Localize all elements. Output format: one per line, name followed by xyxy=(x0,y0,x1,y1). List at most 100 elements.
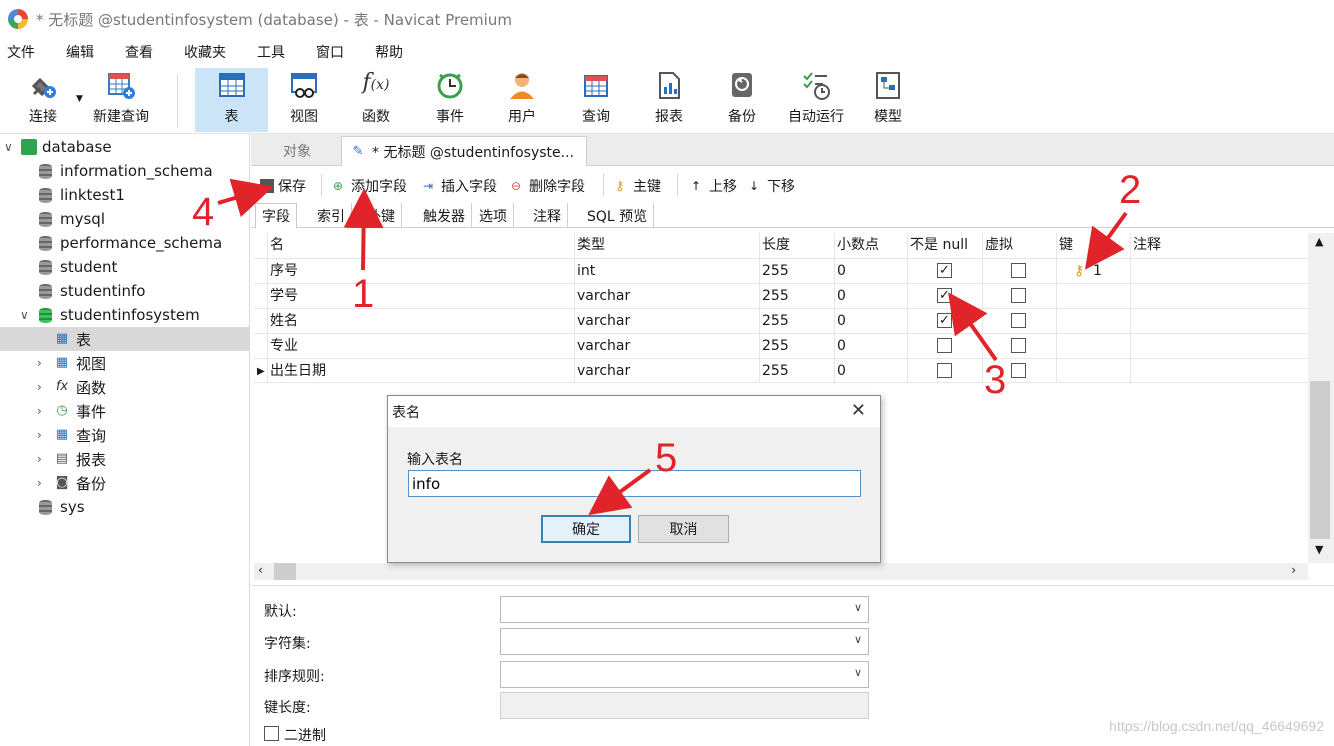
report-button[interactable]: 报表 xyxy=(637,68,701,132)
backup-button[interactable]: 备份 xyxy=(710,68,774,132)
not-null-checkbox[interactable]: ✓ xyxy=(937,313,952,328)
field-name[interactable]: 学号 xyxy=(270,284,298,309)
field-name[interactable]: 专业 xyxy=(270,334,298,359)
tree-item-backups[interactable]: › ◙ 备份 xyxy=(0,471,250,495)
default-select[interactable]: ∨ xyxy=(500,596,869,623)
tab-triggers[interactable]: 触发器 xyxy=(417,203,472,228)
save-button[interactable]: 保存 xyxy=(260,176,306,196)
chevron-down-icon[interactable]: ∨ xyxy=(4,140,13,154)
field-length[interactable]: 255 xyxy=(762,309,789,334)
user-button[interactable]: 用户 xyxy=(490,68,554,132)
tree-item-database[interactable]: ∨ database xyxy=(0,135,250,159)
column-header-key[interactable]: 键 xyxy=(1059,233,1073,258)
tree-item-db[interactable]: studentinfo xyxy=(0,279,250,303)
collation-select[interactable]: ∨ xyxy=(500,661,869,688)
tree-item-db-open[interactable]: ∨ studentinfosystem xyxy=(0,303,250,327)
connect-button[interactable]: 连接 xyxy=(12,68,74,132)
chevron-right-icon[interactable]: › xyxy=(37,476,42,490)
field-type[interactable]: varchar xyxy=(577,359,630,384)
cancel-button[interactable]: 取消 xyxy=(638,515,729,543)
tree-item-db[interactable]: information_schema xyxy=(0,159,250,183)
field-type[interactable]: varchar xyxy=(577,309,630,334)
menu-help[interactable]: 帮助 xyxy=(368,42,417,62)
tab-table-designer[interactable]: ✎ * 无标题 @studentinfosyste... xyxy=(341,136,587,166)
primary-key-button[interactable]: ⚷ 主键 xyxy=(615,176,661,196)
virtual-checkbox[interactable] xyxy=(1011,363,1026,378)
view-button[interactable]: 视图 xyxy=(272,68,336,132)
model-button[interactable]: 模型 xyxy=(856,68,920,132)
column-header-decimals[interactable]: 小数点 xyxy=(837,233,879,258)
table-row[interactable]: 专业 varchar 255 0 xyxy=(254,333,1308,358)
move-down-button[interactable]: ↓ 下移 xyxy=(749,176,795,196)
scroll-down-icon[interactable]: ▼ xyxy=(1315,543,1323,556)
new-query-button[interactable]: 新建查询 xyxy=(88,68,154,132)
tab-indexes[interactable]: 索引 xyxy=(311,203,352,228)
table-row[interactable]: 序号 int 255 0 ✓ ⚷ 1 xyxy=(254,258,1308,283)
not-null-checkbox[interactable] xyxy=(937,338,952,353)
not-null-checkbox[interactable]: ✓ xyxy=(937,263,952,278)
field-length[interactable]: 255 xyxy=(762,334,789,359)
chevron-down-icon[interactable]: ∨ xyxy=(20,308,29,322)
table-button[interactable]: 表 xyxy=(195,68,268,132)
tab-fields[interactable]: 字段 xyxy=(255,203,297,228)
horizontal-scrollbar[interactable]: ‹ › xyxy=(254,563,1308,580)
close-icon[interactable]: ✕ xyxy=(851,400,866,421)
field-decimals[interactable]: 0 xyxy=(837,359,846,384)
ok-button[interactable]: 确定 xyxy=(541,515,631,543)
scrollbar-thumb[interactable] xyxy=(274,563,296,580)
field-name[interactable]: 出生日期 xyxy=(270,359,326,384)
scroll-right-icon[interactable]: › xyxy=(1291,563,1296,577)
field-name[interactable]: 姓名 xyxy=(270,309,298,334)
field-decimals[interactable]: 0 xyxy=(837,259,846,284)
column-header-not-null[interactable]: 不是 null xyxy=(910,233,968,258)
column-header-virtual[interactable]: 虚拟 xyxy=(985,233,1013,258)
field-length[interactable]: 255 xyxy=(762,359,789,384)
chevron-right-icon[interactable]: › xyxy=(37,380,42,394)
virtual-checkbox[interactable] xyxy=(1011,263,1026,278)
tab-foreign-keys[interactable]: 外键 xyxy=(361,203,402,228)
tree-item-reports[interactable]: › ▤ 报表 xyxy=(0,447,250,471)
tree-item-functions[interactable]: › fx 函数 xyxy=(0,375,250,399)
virtual-checkbox[interactable] xyxy=(1011,313,1026,328)
virtual-checkbox[interactable] xyxy=(1011,338,1026,353)
tree-item-events[interactable]: › ◷ 事件 xyxy=(0,399,250,423)
not-null-checkbox[interactable] xyxy=(937,363,952,378)
connect-dropdown-icon[interactable]: ▼ xyxy=(76,94,83,104)
field-type[interactable]: varchar xyxy=(577,284,630,309)
field-type[interactable]: varchar xyxy=(577,334,630,359)
menu-file[interactable]: 文件 xyxy=(0,42,49,62)
chevron-right-icon[interactable]: › xyxy=(37,452,42,466)
field-name[interactable]: 序号 xyxy=(270,259,298,284)
scroll-left-icon[interactable]: ‹ xyxy=(258,563,263,577)
menu-window[interactable]: 窗口 xyxy=(309,42,358,62)
field-type[interactable]: int xyxy=(577,259,595,284)
move-up-button[interactable]: ↑ 上移 xyxy=(691,176,737,196)
field-decimals[interactable]: 0 xyxy=(837,334,846,359)
binary-checkbox[interactable] xyxy=(264,726,279,741)
field-length[interactable]: 255 xyxy=(762,284,789,309)
column-header-comment[interactable]: 注释 xyxy=(1133,233,1161,258)
table-row[interactable]: 姓名 varchar 255 0 ✓ xyxy=(254,308,1308,333)
chevron-right-icon[interactable]: › xyxy=(37,428,42,442)
table-name-input[interactable] xyxy=(408,470,861,497)
table-row[interactable]: ▶ 出生日期 varchar 255 0 xyxy=(254,358,1308,383)
tree-item-views[interactable]: › ▦ 视图 xyxy=(0,351,250,375)
autorun-button[interactable]: 自动运行 xyxy=(782,68,850,132)
tree-item-queries[interactable]: › ▦ 查询 xyxy=(0,423,250,447)
scrollbar-thumb[interactable] xyxy=(1310,381,1330,539)
field-decimals[interactable]: 0 xyxy=(837,284,846,309)
function-button[interactable]: f(x) 函数 xyxy=(344,68,408,132)
column-header-length[interactable]: 长度 xyxy=(762,233,790,258)
field-decimals[interactable]: 0 xyxy=(837,309,846,334)
insert-field-button[interactable]: ⇥ 插入字段 xyxy=(423,176,497,196)
virtual-checkbox[interactable] xyxy=(1011,288,1026,303)
menu-view[interactable]: 查看 xyxy=(118,42,167,62)
delete-field-button[interactable]: ⊖ 删除字段 xyxy=(511,176,585,196)
tree-item-db[interactable]: student xyxy=(0,255,250,279)
chevron-right-icon[interactable]: › xyxy=(37,404,42,418)
tab-objects[interactable]: 对象 xyxy=(257,136,337,166)
tab-sql-preview[interactable]: SQL 预览 xyxy=(581,203,655,228)
tab-options[interactable]: 选项 xyxy=(473,203,514,228)
menu-edit[interactable]: 编辑 xyxy=(59,42,108,62)
add-field-button[interactable]: ⊕ 添加字段 xyxy=(333,176,407,196)
